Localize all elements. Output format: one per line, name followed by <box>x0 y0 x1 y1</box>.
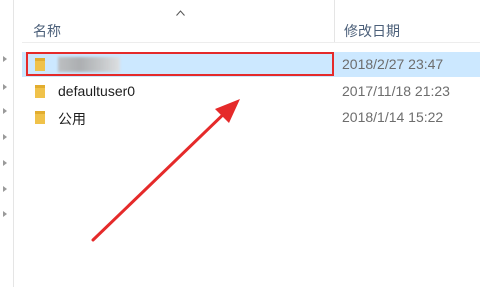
folder-icon <box>35 85 45 98</box>
expand-arrow-icon[interactable] <box>3 134 7 140</box>
navigation-pane[interactable] <box>0 0 14 287</box>
modified-date: 2018/2/27 23:47 <box>342 56 444 72</box>
column-header-name[interactable]: 名称 <box>22 0 335 42</box>
expand-arrow-icon[interactable] <box>3 56 7 62</box>
folder-icon <box>35 111 45 124</box>
modified-date: 2017/11/18 21:23 <box>342 83 450 99</box>
expand-arrow-icon[interactable] <box>3 160 7 166</box>
modified-date: 2018/1/14 15:22 <box>342 109 444 125</box>
file-row[interactable]: 公用 2018/1/14 15:22 <box>22 105 480 130</box>
sort-ascending-icon <box>176 10 185 16</box>
annotation-highlight-box <box>26 52 334 76</box>
column-header-date-label[interactable]: 修改日期 <box>344 21 400 41</box>
column-header-name-label: 名称 <box>33 23 61 39</box>
column-header: 名称 修改日期 <box>22 0 480 43</box>
expand-arrow-icon[interactable] <box>3 108 7 114</box>
expand-arrow-icon[interactable] <box>3 84 7 90</box>
expand-arrow-icon[interactable] <box>3 186 7 192</box>
annotation-arrow-icon <box>91 99 240 242</box>
folder-name: 公用 <box>58 111 86 127</box>
expand-arrow-icon[interactable] <box>3 211 7 217</box>
folder-name: defaultuser0 <box>58 83 136 99</box>
file-row[interactable]: defaultuser0 2017/11/18 21:23 <box>22 79 480 104</box>
